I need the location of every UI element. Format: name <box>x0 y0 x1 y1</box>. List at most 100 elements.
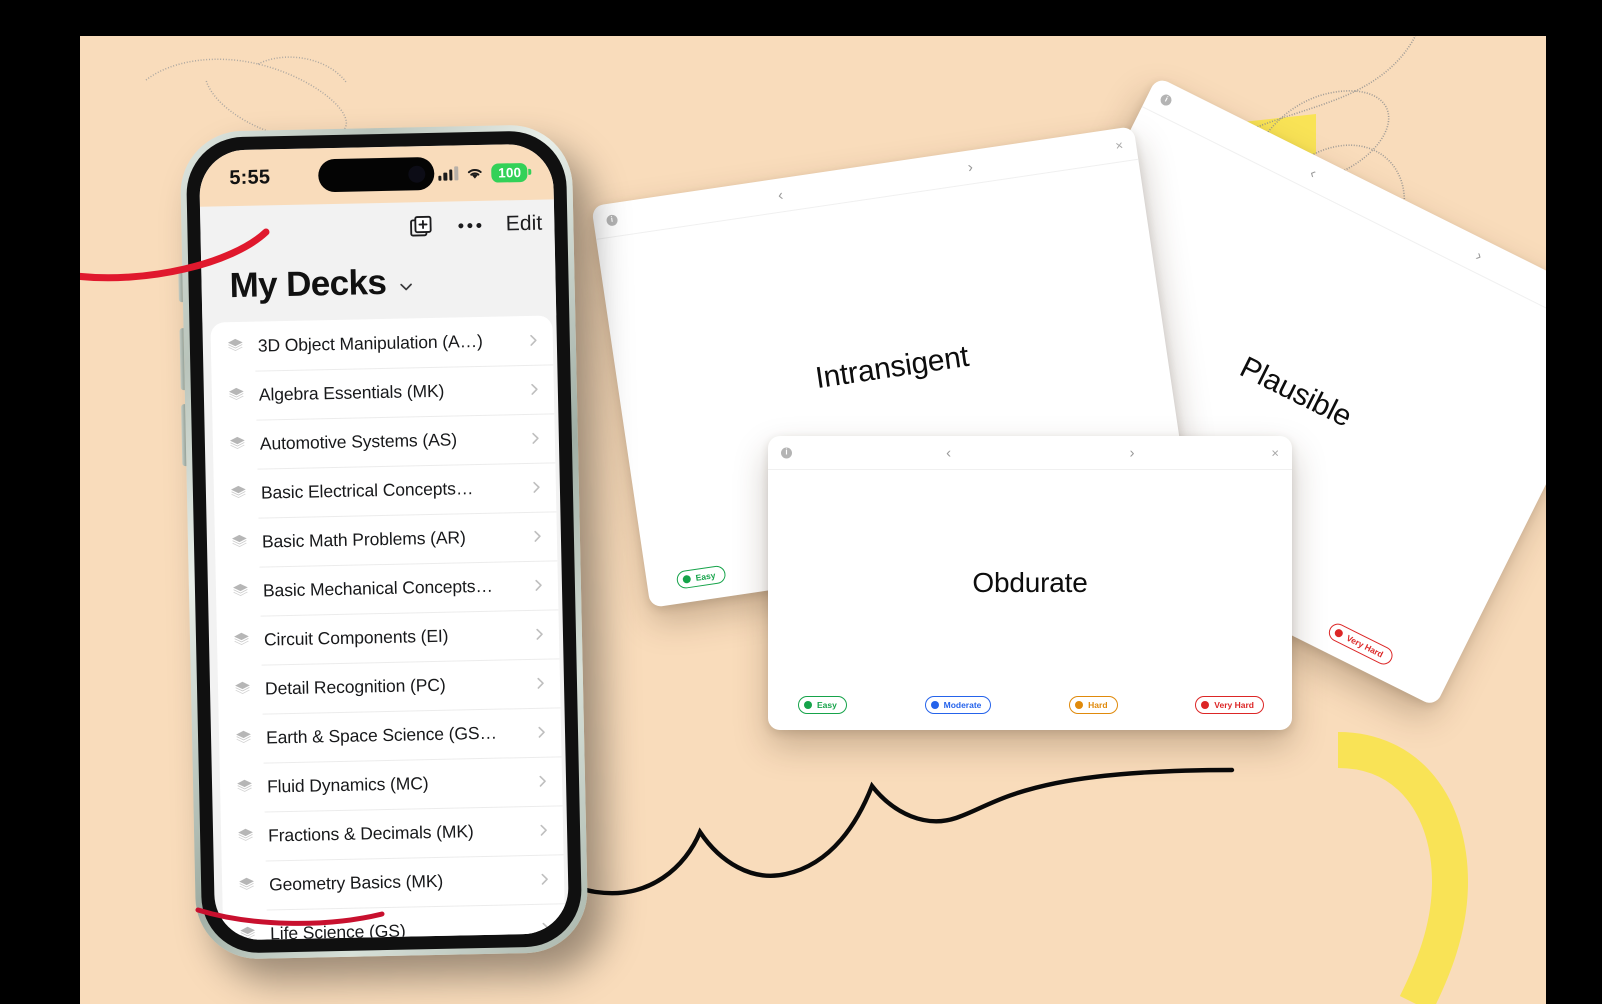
deck-list-item-label: 3D Object Manipulation (A…) <box>257 330 483 356</box>
status-time: 5:55 <box>229 165 271 189</box>
chevron-right-icon[interactable] <box>535 774 550 789</box>
status-bar: 5:55 100 <box>198 143 554 207</box>
deck-list-item[interactable]: Geometry Basics (MK) <box>222 854 565 910</box>
deck-list-item[interactable]: Earth & Space Science (GS… <box>219 707 562 763</box>
deck-list-item[interactable]: Life Science (GS) <box>223 903 566 941</box>
info-icon[interactable]: i <box>1158 92 1174 107</box>
stack-icon <box>239 877 255 890</box>
deck-list-item[interactable]: Basic Math Problems (AR) <box>214 511 557 567</box>
deck-list-item-label: Circuit Components (EI) <box>263 625 449 650</box>
stack-icon <box>236 730 251 743</box>
stack-icon <box>228 387 244 401</box>
previous-card-button[interactable]: ‹ <box>777 186 784 204</box>
info-icon[interactable]: i <box>781 447 792 458</box>
stack-icon <box>237 779 252 792</box>
deck-list-item[interactable]: Basic Mechanical Concepts… <box>215 560 558 616</box>
deck-list-item-label: Basic Mechanical Concepts… <box>262 575 494 601</box>
next-card-button[interactable]: › <box>967 158 974 176</box>
dynamic-island <box>317 156 435 193</box>
previous-card-button[interactable]: ‹ <box>1307 164 1319 181</box>
info-icon[interactable]: i <box>605 213 619 227</box>
deck-list-item[interactable]: Circuit Components (EI) <box>217 609 560 665</box>
card-term: Obdurate <box>972 567 1088 598</box>
rating-dot-easy <box>804 701 812 709</box>
difficulty-rating-bar: Easy Moderate Hard Very Hard <box>768 696 1292 730</box>
deck-list-item[interactable]: Fluid Dynamics (MC) <box>220 756 563 812</box>
deck-list-item-label: Basic Electrical Concepts… <box>260 478 474 503</box>
stack-icon <box>233 583 248 596</box>
chevron-right-icon[interactable] <box>533 676 548 691</box>
card-toolbar: i ‹ › × <box>768 436 1292 470</box>
previous-card-button[interactable]: ‹ <box>946 445 951 460</box>
deck-list-item[interactable]: Detail Recognition (PC) <box>218 658 561 714</box>
flashcard-window-obdurate[interactable]: i ‹ › × Obdurate Easy Moderate Hard Very… <box>768 436 1292 730</box>
next-card-button[interactable]: › <box>1130 445 1135 460</box>
rating-label: Moderate <box>943 700 982 710</box>
rating-label: Easy <box>694 570 717 583</box>
deck-list-item[interactable]: 3D Object Manipulation (A…) <box>210 315 553 371</box>
stack-icon <box>234 632 249 645</box>
rating-label: Very Hard <box>1214 700 1254 710</box>
stack-icon <box>235 681 250 694</box>
deck-list-item-label: Earth & Space Science (GS… <box>265 722 498 748</box>
rating-label: Easy <box>817 700 837 710</box>
chevron-down-icon[interactable] <box>397 278 414 295</box>
deck-list-item[interactable]: Algebra Essentials (MK) <box>211 364 554 420</box>
chevron-right-icon[interactable] <box>527 382 542 397</box>
chevron-right-icon[interactable] <box>538 921 553 936</box>
edit-button[interactable]: Edit <box>506 212 543 237</box>
rating-dot-very-hard <box>1333 627 1345 639</box>
close-icon[interactable]: × <box>1271 446 1279 459</box>
front-camera-icon <box>408 165 426 183</box>
pencil-scribble-decoration <box>145 56 347 141</box>
stack-icon <box>229 436 245 450</box>
phone-body: 5:55 100 Edit My Decks 3D Object Manipul… <box>185 130 583 954</box>
stack-icon <box>227 338 243 352</box>
chevron-right-icon[interactable] <box>534 725 549 740</box>
yellow-arc-decoration <box>1337 732 1469 1004</box>
design-board: i ‹ › × Intransigent Easy i ‹ › × <box>80 36 1546 1004</box>
rating-button-hard[interactable]: Hard <box>1069 696 1118 714</box>
deck-list-item-label: Fractions & Decimals (MK) <box>267 821 474 846</box>
close-icon[interactable]: × <box>1114 137 1124 153</box>
deck-list-item-label: Life Science (GS) <box>269 920 406 941</box>
app-toolbar: Edit <box>199 199 555 255</box>
card-content: Obdurate <box>768 470 1292 696</box>
rating-dot-hard <box>1075 701 1084 709</box>
rating-button-very-hard[interactable]: Very Hard <box>1195 696 1264 714</box>
deck-list-item-label: Algebra Essentials (MK) <box>258 380 445 405</box>
phone-mockup: 5:55 100 Edit My Decks 3D Object Manipul… <box>178 123 589 961</box>
cellular-signal-icon <box>438 166 459 181</box>
rating-dot-easy <box>682 574 692 584</box>
status-indicators: 100 <box>438 162 528 183</box>
more-options-icon[interactable] <box>457 222 484 228</box>
stack-icon <box>238 828 254 841</box>
add-deck-icon[interactable] <box>409 213 436 240</box>
chevron-right-icon[interactable] <box>526 333 541 348</box>
chevron-right-icon[interactable] <box>531 578 546 593</box>
stack-icon <box>232 534 247 547</box>
chevron-right-icon[interactable] <box>536 823 551 838</box>
deck-list-item[interactable]: Automotive Systems (AS) <box>212 413 555 469</box>
rating-button-moderate[interactable]: Moderate <box>924 696 992 714</box>
deck-list-item[interactable]: Fractions & Decimals (MK) <box>221 805 564 861</box>
phone-mute-button[interactable] <box>178 268 183 303</box>
deck-list-item-label: Fluid Dynamics (MC) <box>266 773 429 797</box>
card-term: Intransigent <box>813 339 971 396</box>
deck-list[interactable]: 3D Object Manipulation (A…) Algebra Essen… <box>210 315 569 941</box>
rating-dot-moderate <box>930 701 939 709</box>
chevron-right-icon[interactable] <box>528 431 543 446</box>
rating-label: Hard <box>1088 700 1108 710</box>
next-card-button[interactable]: › <box>1473 247 1485 264</box>
deck-list-item[interactable]: Basic Electrical Concepts… <box>213 462 556 518</box>
chevron-right-icon[interactable] <box>532 627 547 642</box>
battery-icon: 100 <box>490 162 528 183</box>
stack-icon <box>240 926 256 939</box>
deck-list-item-label: Basic Math Problems (AR) <box>261 527 466 552</box>
stack-icon <box>231 485 246 498</box>
chevron-right-icon[interactable] <box>537 872 552 887</box>
deck-list-item-label: Automotive Systems (AS) <box>259 429 458 454</box>
chevron-right-icon[interactable] <box>529 480 544 495</box>
rating-button-easy[interactable]: Easy <box>798 696 847 714</box>
chevron-right-icon[interactable] <box>530 529 545 544</box>
